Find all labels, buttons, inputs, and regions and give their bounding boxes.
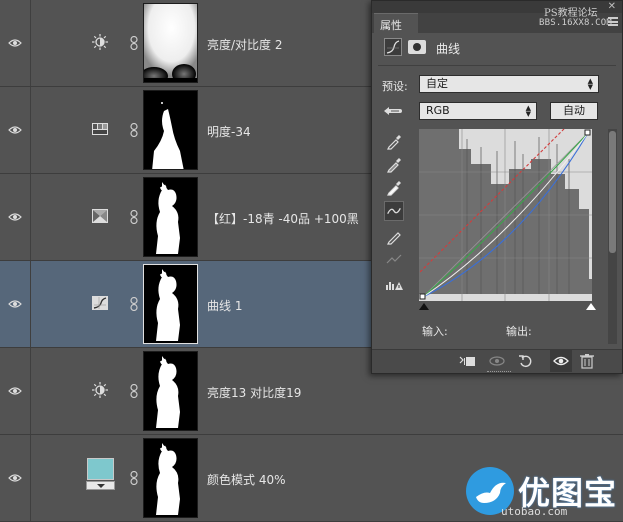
reset-icon[interactable] — [517, 353, 535, 369]
layer-name[interactable]: 曲线 1 — [207, 297, 242, 314]
eye-icon — [8, 39, 22, 47]
panel-title: 曲线 — [436, 42, 461, 56]
eyedropper-gray-icon[interactable] — [384, 154, 404, 174]
eye-icon — [8, 387, 22, 395]
clip-to-layer-icon[interactable] — [458, 353, 476, 369]
scrollbar-thumb[interactable] — [609, 131, 616, 253]
eye-icon — [553, 356, 569, 366]
color-fill-swatch[interactable] — [87, 458, 114, 480]
layer-mask-thumbnail[interactable] — [143, 177, 198, 257]
eye-icon — [8, 300, 22, 308]
logo-url: utobao.com — [501, 505, 568, 518]
updown-arrow-icon: ▲ ▼ — [587, 77, 593, 91]
selective-color-icon — [92, 209, 108, 223]
swatch-indicator — [86, 481, 115, 490]
eyedropper-black-icon[interactable] — [384, 131, 404, 151]
curve-point-white — [584, 129, 591, 136]
curves-adjustment-icon[interactable] — [384, 38, 402, 56]
layer-name[interactable]: 亮度/对比度 2 — [207, 36, 283, 53]
layer-name[interactable]: 颜色模式 40% — [207, 471, 286, 488]
trash-icon[interactable] — [578, 353, 596, 369]
updown-arrow-icon: ▲ ▼ — [525, 104, 531, 118]
preset-value: 自定 — [426, 77, 448, 90]
curves-graph[interactable] — [419, 129, 592, 301]
layer-mask-thumbnail[interactable] — [143, 438, 198, 518]
visibility-toggle[interactable] — [0, 0, 31, 86]
eyedropper-white-icon[interactable] — [384, 177, 404, 197]
watermark-site-cn: PS教程论坛 — [544, 8, 598, 19]
layer-name[interactable]: 亮度13 对比度19 — [207, 384, 301, 401]
output-label: 输出: — [506, 325, 532, 338]
visibility-toggle[interactable] — [0, 174, 31, 260]
link-icon[interactable] — [129, 471, 139, 485]
black-point-slider[interactable] — [419, 303, 429, 310]
panel-menu-icon[interactable] — [608, 17, 618, 26]
tab-label: 属性 — [380, 19, 402, 32]
link-icon[interactable] — [129, 210, 139, 224]
close-icon[interactable]: ✕ — [608, 1, 616, 12]
brightness-contrast-icon — [92, 382, 108, 398]
curve-edit-icon[interactable] — [384, 201, 404, 221]
layer-mask-thumbnail[interactable] — [143, 3, 198, 83]
layer-mask-thumbnail[interactable] — [143, 264, 198, 344]
white-point-slider[interactable] — [586, 303, 596, 310]
brightness-contrast-icon — [92, 34, 108, 50]
mask-icon[interactable] — [408, 40, 426, 54]
channel-dropdown[interactable]: RGB ▲ ▼ — [419, 102, 537, 120]
visibility-toggle[interactable] — [0, 87, 31, 173]
visibility-toggle[interactable] — [0, 348, 31, 434]
toggle-visibility-button[interactable] — [550, 350, 572, 372]
preset-label: 预设: — [382, 80, 408, 93]
link-icon[interactable] — [129, 36, 139, 50]
resize-grip[interactable] — [487, 371, 511, 374]
input-label: 输入: — [422, 325, 448, 338]
clipping-warning-icon[interactable] — [384, 273, 404, 293]
eye-icon — [8, 474, 22, 482]
visibility-toggle[interactable] — [0, 435, 31, 521]
watermark-site-url: BBS.16XX8.COM — [539, 18, 613, 28]
layer-mask-thumbnail[interactable] — [143, 351, 198, 431]
tab-properties[interactable]: 属性 — [374, 13, 418, 33]
eye-icon — [8, 126, 22, 134]
curve-point-black — [419, 293, 426, 300]
panel-scrollbar[interactable] — [608, 129, 617, 344]
pencil-icon[interactable] — [384, 226, 404, 246]
preset-dropdown[interactable]: 自定 ▲ ▼ — [419, 75, 599, 93]
properties-panel: ✕ 属性 PS教程论坛 BBS.16XX8.COM 曲线 预设: 自定 ▲ ▼ R… — [371, 0, 623, 374]
curves-icon — [92, 296, 108, 310]
channel-value: RGB — [426, 104, 450, 117]
auto-button[interactable]: 自动 — [550, 102, 598, 120]
divider — [378, 65, 616, 66]
layer-name[interactable]: 明度-34 — [207, 123, 251, 140]
layer-name[interactable]: 【红】-18青 -40品 +100黑 — [207, 210, 359, 227]
link-icon[interactable] — [129, 384, 139, 398]
panel-footer — [372, 349, 622, 373]
view-previous-icon[interactable] — [488, 353, 506, 369]
visibility-toggle[interactable] — [0, 261, 31, 347]
smooth-icon[interactable] — [384, 249, 404, 269]
hue-saturation-icon — [92, 123, 108, 135]
link-icon[interactable] — [129, 123, 139, 137]
link-icon[interactable] — [129, 297, 139, 311]
layer-mask-thumbnail[interactable] — [143, 90, 198, 170]
hand-adjust-icon[interactable] — [382, 103, 404, 119]
eye-icon — [8, 213, 22, 221]
